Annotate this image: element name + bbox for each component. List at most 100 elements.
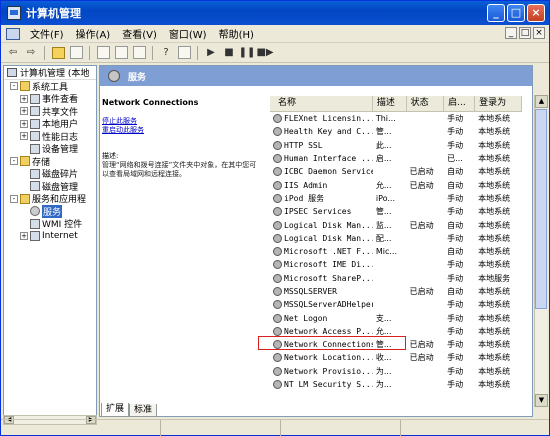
service-row[interactable]: Logical Disk Man... 配... 手动 本地系统 (270, 232, 522, 245)
computer-management-icon (7, 6, 21, 20)
expand-collapse-icon[interactable]: + (20, 107, 28, 116)
expand-collapse-icon[interactable]: + (20, 94, 28, 103)
properties-icon[interactable] (96, 46, 110, 59)
service-logon: 本地系统 (478, 220, 511, 230)
service-row[interactable]: Net Logon 支... 手动 本地系统 (270, 311, 522, 324)
service-row[interactable]: Network Provisio... 为... 手动 本地系统 (270, 365, 522, 378)
menu-action[interactable]: 操作(A) (70, 26, 117, 41)
close-button[interactable]: × (527, 4, 545, 22)
refresh-icon[interactable] (114, 46, 128, 59)
service-logon: 本地系统 (478, 114, 511, 124)
service-row[interactable]: Microsoft IME Di... 手动 本地系统 (270, 258, 522, 271)
service-description: 管... (375, 127, 392, 137)
service-row[interactable]: Health Key and C... 管... 手动 本地系统 (270, 125, 522, 138)
service-row[interactable]: ICBC Daemon Service 已启动 自动 本地系统 (270, 165, 522, 178)
restart-icon[interactable]: ■▶ (256, 45, 273, 61)
expand-collapse-icon[interactable]: - (10, 82, 18, 91)
service-name: Microsoft IME Di... (270, 260, 373, 270)
service-name: Logical Disk Man... (270, 233, 373, 243)
back-icon[interactable]: ⇦ (5, 45, 21, 61)
service-row[interactable]: Microsoft ShareP... 手动 本地服务 (270, 272, 522, 285)
title-bar[interactable]: 计算机管理 _ □ × (1, 1, 549, 25)
tab-standard[interactable]: 标准 (129, 404, 158, 417)
forward-icon[interactable]: ⇨ (23, 45, 39, 61)
tab-extended[interactable]: 扩展 (101, 403, 130, 417)
expand-collapse-icon[interactable]: + (20, 119, 28, 128)
service-row[interactable]: MSSQLServerADHelper 手动 本地系统 (270, 298, 522, 311)
play-icon[interactable]: ▶ (203, 45, 219, 61)
service-row[interactable]: IIS Admin 允... 已启动 自动 本地系统 (270, 178, 522, 191)
mdi-close-button[interactable]: × (533, 27, 545, 39)
stop-service-link[interactable]: 停止此服务 (102, 117, 268, 126)
service-gear-icon (273, 380, 282, 390)
snapin-icon (30, 181, 40, 192)
system-menu-icon[interactable] (6, 27, 20, 40)
expand-collapse-icon[interactable]: + (20, 132, 28, 141)
column-name[interactable]: 名称 (270, 96, 373, 111)
pause-icon[interactable]: ❚❚ (239, 45, 256, 61)
column-log-on-as[interactable]: 登录为 (475, 96, 522, 111)
tree-item-label: 磁盘碎片 (42, 170, 79, 181)
menu-view[interactable]: 查看(V) (116, 26, 163, 41)
column-status[interactable]: 状态 (407, 96, 445, 111)
services-list[interactable]: 名称 描述 状态 启... 登录为 FLEXnet Licensin... Thi… (270, 96, 522, 400)
service-startup-type: 自动 (447, 220, 464, 230)
service-row[interactable]: MSSQLSERVER 已启动 自动 本地系统 (270, 285, 522, 298)
tree-item[interactable]: + 共享文件 (4, 105, 96, 118)
expand-collapse-icon[interactable]: - (10, 194, 18, 203)
column-startup-type[interactable]: 启... (444, 96, 476, 111)
menu-help[interactable]: 帮助(H) (213, 26, 260, 41)
console-icon[interactable] (177, 46, 191, 59)
mdi-restore-button[interactable]: □ (519, 27, 531, 39)
tree-item[interactable]: + 本地用户 (4, 118, 96, 130)
tree-item[interactable]: + 事件查看 (4, 93, 96, 105)
scroll-down-icon[interactable]: ▼ (535, 394, 548, 407)
column-description[interactable]: 描述 (373, 96, 407, 111)
service-startup-type: 手动 (447, 140, 464, 150)
tree-item[interactable]: - 服务和应用程 (4, 193, 96, 205)
scroll-up-icon[interactable]: ▲ (535, 95, 548, 108)
tree-item[interactable]: + Internet (4, 230, 96, 243)
tree-item[interactable]: + 性能日志 (4, 130, 96, 143)
service-name-text: Network Provisio... (284, 366, 373, 376)
service-name-text: Human Interface ... (284, 154, 373, 164)
service-row[interactable]: Network Location... 收... 已启动 手动 本地系统 (270, 351, 522, 364)
service-row[interactable]: NT LM Security S... 为... 手动 本地系统 (270, 378, 522, 391)
tree-item[interactable]: 磁盘碎片 (4, 168, 96, 181)
service-row[interactable]: iPod 服务 iPo... 手动 本地系统 (270, 192, 522, 205)
scroll-thumb[interactable] (535, 109, 547, 309)
menu-file[interactable]: 文件(F) (24, 26, 70, 41)
tree-item[interactable]: 磁盘管理 (4, 180, 96, 193)
service-status: 已启动 (409, 340, 434, 350)
console-tree[interactable]: 计算机管理 (本地 - 系统工具 + 事件查看 + 共享文件 + 本地用户 + 性能日志 设备管理 -… (3, 65, 97, 417)
tree-item[interactable]: 服务 (4, 204, 96, 218)
tree-item[interactable]: WMI 控件 (4, 218, 96, 230)
up-folder-icon[interactable] (51, 46, 65, 59)
restart-service-link[interactable]: 重启动此服务 (102, 126, 268, 135)
tree-item[interactable]: 设备管理 (4, 143, 96, 155)
tree-item[interactable]: - 系统工具 (4, 80, 96, 93)
expand-collapse-icon[interactable]: - (10, 157, 18, 166)
export-list-icon[interactable] (132, 46, 146, 59)
service-row[interactable]: Human Interface ... 启... 已... 本地系统 (270, 152, 522, 165)
mdi-minimize-button[interactable]: _ (505, 27, 517, 39)
show-hide-tree-icon[interactable] (69, 46, 83, 59)
tree-item[interactable]: - 存储 (4, 155, 96, 168)
view-tabs: 扩展 标准 (101, 403, 158, 417)
tree-root[interactable]: 计算机管理 (本地 (4, 66, 96, 80)
menu-window[interactable]: 窗口(W) (163, 26, 213, 41)
list-vertical-scrollbar[interactable]: ▲ ▼ (534, 95, 548, 407)
help-icon[interactable]: ? (158, 45, 174, 61)
service-row[interactable]: Microsoft .NET F... Mic... 自动 本地系统 (270, 245, 522, 258)
service-row[interactable]: FLEXnet Licensin... Thi... 手动 本地系统 (270, 112, 522, 125)
status-pane (1, 420, 161, 436)
service-startup-type: 手动 (447, 326, 464, 336)
service-row[interactable]: HTTP SSL 此... 手动 本地系统 (270, 139, 522, 152)
expand-collapse-icon[interactable]: + (20, 232, 28, 241)
maximize-button[interactable]: □ (507, 4, 525, 22)
stop-icon[interactable]: ■ (221, 45, 237, 61)
service-row[interactable]: IPSEC Services 管... 手动 本地系统 (270, 205, 522, 218)
service-row[interactable]: Logical Disk Man... 监... 已启动 自动 本地系统 (270, 218, 522, 231)
minimize-button[interactable]: _ (487, 4, 505, 22)
